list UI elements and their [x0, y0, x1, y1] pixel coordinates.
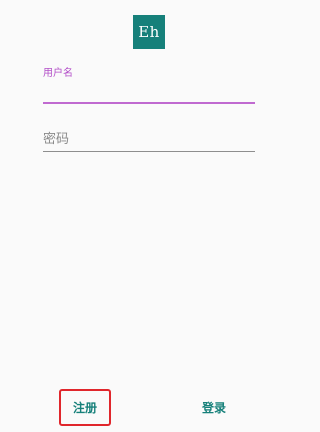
password-underline — [43, 151, 255, 152]
username-field[interactable] — [43, 80, 255, 100]
username-label: 用户名 — [43, 68, 73, 79]
password-field[interactable] — [43, 129, 255, 149]
login-button[interactable]: 登录 — [193, 391, 235, 423]
username-underline — [43, 102, 255, 104]
login-screen: Eh 用户名 注册 登录 — [0, 0, 294, 432]
app-logo: Eh — [133, 15, 165, 49]
register-button[interactable]: 注册 — [59, 389, 111, 426]
